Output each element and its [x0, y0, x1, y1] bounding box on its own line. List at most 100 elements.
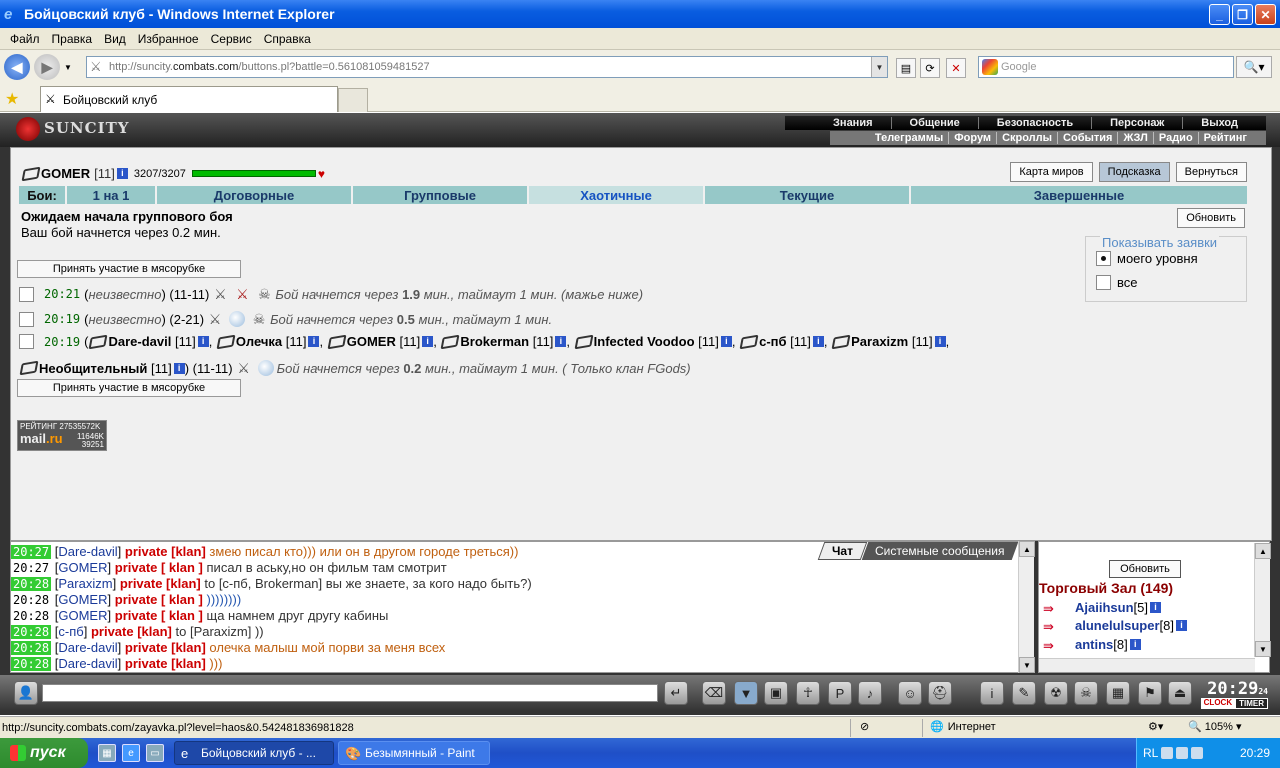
nav-scrolls[interactable]: Скроллы — [996, 132, 1057, 144]
battle-radio[interactable] — [19, 286, 34, 302]
tab-contract[interactable]: Договорные — [157, 186, 353, 204]
nav-rating[interactable]: Рейтинг — [1197, 132, 1252, 144]
info-icon[interactable]: i — [934, 336, 946, 347]
zoom-level[interactable]: 🔍 105% ▾ — [1188, 720, 1241, 733]
info-icon[interactable]: i — [812, 336, 824, 347]
chat-time[interactable]: 20:28 — [11, 641, 52, 655]
list-item[interactable]: ⇛ Ajaiihsun [5] i — [1043, 600, 1161, 616]
forward-button[interactable]: ▶ — [34, 54, 60, 80]
close-button[interactable]: ✕ — [1255, 4, 1276, 25]
show-desktop-icon[interactable]: ▦ — [98, 744, 116, 762]
address-bar[interactable]: ⚔ http://suncity. combats.com/buttons.pl?… — [86, 56, 888, 78]
list-item[interactable]: ⇛ antins [8] i — [1043, 637, 1141, 653]
address-dropdown-icon[interactable]: ▼ — [871, 57, 887, 77]
nav-events[interactable]: События — [1057, 132, 1117, 144]
gas-mask-icon[interactable]: ☢ — [1044, 681, 1068, 705]
info-icon[interactable]: i — [1129, 639, 1141, 650]
refresh-button[interactable]: Обновить — [1177, 208, 1245, 228]
eraser-icon[interactable]: ⌫ — [702, 681, 726, 705]
player-name[interactable]: GOMER — [41, 166, 90, 181]
stop-icon[interactable]: ✕ — [946, 58, 966, 78]
send-icon[interactable]: ↵ — [664, 681, 688, 705]
chat-time[interactable]: 20:28 — [11, 657, 52, 671]
tab-chaotic[interactable]: Хаотичные — [529, 186, 705, 204]
info-icon[interactable]: i — [422, 336, 434, 347]
hint-button[interactable]: Подсказка — [1098, 162, 1170, 182]
chat-input[interactable] — [42, 684, 658, 702]
monitor-icon[interactable]: ▣ — [764, 681, 788, 705]
start-button[interactable]: пуск — [0, 738, 88, 768]
chat-time[interactable]: 20:28 — [11, 577, 52, 591]
timer-label[interactable]: TIMER — [1235, 698, 1268, 709]
ie-quicklaunch-icon[interactable]: e — [122, 744, 140, 762]
info-button-icon[interactable]: i — [980, 681, 1004, 705]
info-icon[interactable]: i — [555, 336, 567, 347]
nav-security[interactable]: Безопасность — [977, 117, 1091, 129]
users-hscrollbar[interactable] — [1039, 658, 1255, 672]
sound-icon[interactable]: ♪ — [858, 681, 882, 705]
antivirus-icon[interactable] — [1176, 747, 1189, 759]
info-icon[interactable]: i — [197, 336, 209, 347]
scroll-icon[interactable]: ✎ — [1012, 681, 1036, 705]
join-button-top[interactable]: Принять участие в мясорубке — [17, 260, 241, 278]
volume-icon[interactable] — [1191, 747, 1204, 759]
chat-time[interactable]: 20:28 — [11, 593, 51, 607]
nav-character[interactable]: Персонаж — [1091, 117, 1182, 129]
menu-help[interactable]: Справка — [258, 32, 317, 46]
search-button[interactable]: 🔍▾ — [1236, 56, 1272, 78]
filter-my-level[interactable]: моего уровня — [1096, 251, 1198, 266]
window-quicklaunch-icon[interactable]: ▭ — [146, 744, 164, 762]
flag-icon[interactable]: ⚑ — [1138, 681, 1162, 705]
menu-tools[interactable]: Сервис — [205, 32, 258, 46]
tab-finished[interactable]: Завершенные — [911, 186, 1247, 204]
scroll-down-icon[interactable]: ▼ — [1255, 641, 1271, 657]
radio-my-level[interactable] — [1096, 251, 1111, 266]
compat-view-icon[interactable]: ▤ — [896, 58, 916, 78]
clock-label[interactable]: CLOCK — [1200, 698, 1236, 709]
world-map-button[interactable]: Карта миров — [1010, 162, 1093, 182]
info-icon[interactable]: i — [1176, 620, 1187, 631]
scroll-up-icon[interactable]: ▲ — [1019, 541, 1035, 557]
chat-mode-icon[interactable]: 👤 — [14, 681, 38, 705]
nav-knowledge[interactable]: Знания — [815, 117, 890, 129]
return-button[interactable]: Вернуться — [1175, 162, 1247, 182]
nav-communication[interactable]: Общение — [890, 117, 978, 129]
scroll-up-icon[interactable]: ▲ — [1255, 543, 1271, 559]
menu-edit[interactable]: Правка — [46, 32, 99, 46]
demon-icon[interactable]: ☠ — [1074, 681, 1098, 705]
privacy-icon[interactable]: ⊘ — [860, 720, 869, 733]
scroll-down-icon[interactable]: ▼ — [1019, 657, 1035, 673]
tab-1v1[interactable]: 1 на 1 — [67, 186, 157, 204]
chat-time[interactable]: 20:27 — [11, 545, 52, 559]
info-icon[interactable]: i — [116, 168, 128, 179]
inventory-icon[interactable]: ▦ — [1106, 681, 1130, 705]
list-item[interactable]: ⇛ alunelulsuper [8] i — [1043, 618, 1187, 634]
private-arrow-icon[interactable]: ⇛ — [1043, 601, 1061, 616]
chat-nick[interactable]: Dare-davil — [58, 544, 117, 559]
maximize-button[interactable]: ❐ — [1232, 4, 1253, 25]
battle-radio[interactable] — [19, 311, 34, 327]
network-icon[interactable] — [1161, 747, 1174, 759]
nav-radio[interactable]: Радио — [1152, 132, 1198, 144]
room-refresh-button[interactable]: Обновить — [1109, 560, 1181, 578]
chat-time[interactable]: 20:28 — [11, 625, 52, 639]
filter-all[interactable]: все — [1096, 275, 1138, 290]
chat-time[interactable]: 20:28 — [11, 609, 51, 623]
info-icon[interactable]: i — [1149, 602, 1161, 613]
radio-all[interactable] — [1096, 275, 1111, 290]
history-dropdown-icon[interactable]: ▼ — [64, 63, 72, 72]
chat-nick[interactable]: GOMER — [58, 560, 107, 575]
chat-nick[interactable]: Paraxizm — [58, 576, 112, 591]
private-arrow-icon[interactable]: ⇛ — [1043, 638, 1061, 653]
chat-nick[interactable]: Dare-davil — [58, 640, 117, 655]
tab-current[interactable]: Текущие — [705, 186, 911, 204]
exit-icon[interactable]: ⏏ — [1168, 681, 1192, 705]
pl-icon[interactable]: P — [828, 681, 852, 705]
filter-icon[interactable]: ▼ — [734, 681, 758, 705]
smiley-icon[interactable]: ☺ — [898, 681, 922, 705]
chat-time[interactable]: 20:27 — [11, 561, 51, 575]
helmet-icon[interactable]: ⛑ — [928, 681, 952, 705]
system-messages-tab[interactable]: Системные сообщения — [862, 542, 1019, 560]
chat-scrollbar[interactable]: ▲ ▼ — [1018, 541, 1035, 673]
favorites-star-icon[interactable]: ★ — [5, 89, 19, 109]
